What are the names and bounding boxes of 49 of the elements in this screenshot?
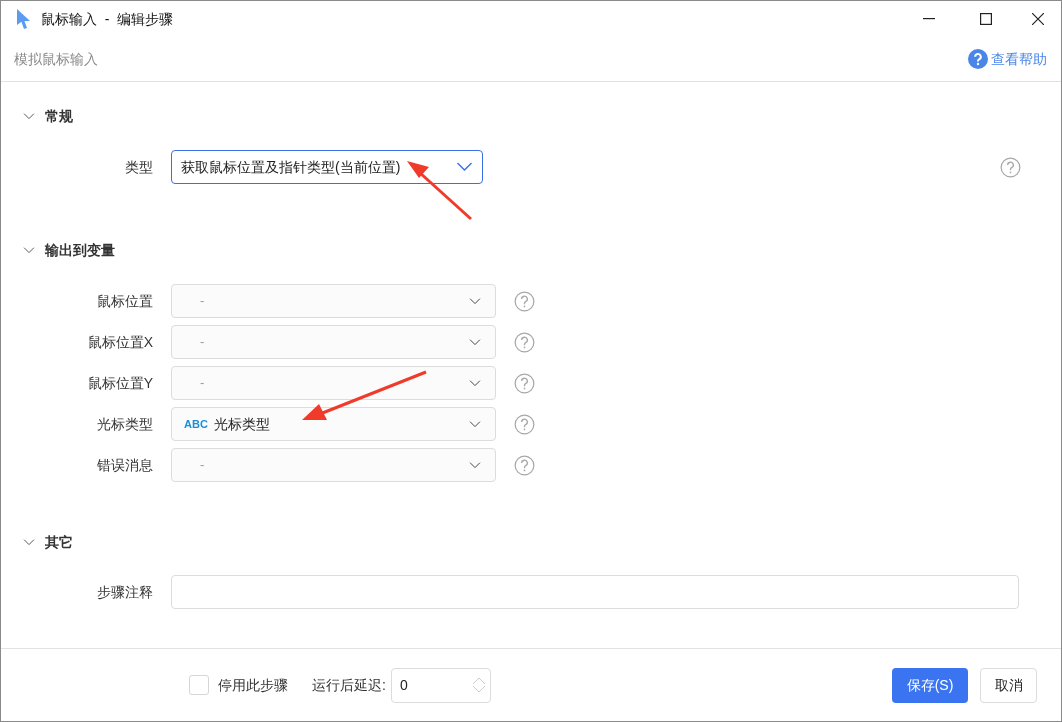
field-label: 光标类型	[96, 414, 154, 434]
field-label: 鼠标位置X	[86, 332, 154, 352]
help-icon[interactable]	[514, 413, 535, 435]
comment-input[interactable]	[171, 575, 1019, 609]
chevron-down-icon	[469, 420, 481, 428]
chevron-down-icon	[469, 379, 481, 387]
type-select[interactable]: 获取鼠标位置及指针类型(当前位置)	[171, 150, 483, 184]
section-title[interactable]: 常规	[45, 105, 73, 127]
variable-select[interactable]: ABC 光标类型	[171, 407, 496, 441]
section-title[interactable]: 输出到变量	[45, 239, 115, 261]
select-placeholder: -	[200, 333, 205, 352]
step-subtitle: 模拟鼠标输入	[14, 49, 98, 69]
select-placeholder: -	[200, 292, 205, 311]
save-button[interactable]: 保存(S)	[892, 667, 968, 703]
field-label: 类型	[124, 157, 154, 177]
help-icon	[968, 49, 988, 69]
field-label: 鼠标位置Y	[86, 373, 154, 393]
select-placeholder: -	[200, 456, 205, 475]
select-value: 光标类型	[213, 414, 270, 434]
chevron-down-icon	[469, 461, 481, 469]
window-title: 鼠标输入 - 编辑步骤	[41, 9, 174, 29]
help-icon[interactable]	[1000, 156, 1021, 178]
annotation-arrow-drawing	[405, 159, 473, 221]
disable-checkbox[interactable]	[189, 675, 209, 695]
spinner-arrows-icon[interactable]	[471, 676, 486, 694]
chevron-down-icon	[469, 297, 481, 305]
help-icon[interactable]	[514, 454, 535, 476]
field-label: 步骤注释	[96, 582, 154, 602]
cancel-button[interactable]: 取消	[980, 667, 1037, 703]
checkbox-label: 停用此步骤	[218, 675, 288, 695]
help-icon[interactable]	[514, 290, 535, 312]
maximize-icon[interactable]	[980, 13, 992, 25]
help-link[interactable]: 查看帮助	[968, 48, 1047, 70]
minimize-icon[interactable]	[923, 18, 935, 20]
select-value: 获取鼠标位置及指针类型(当前位置)	[181, 157, 401, 177]
chevron-down-icon	[456, 162, 473, 172]
delay-value: 0	[399, 675, 408, 695]
field-label: 鼠标位置	[96, 291, 154, 311]
section-title[interactable]: 其它	[45, 531, 73, 553]
text-type-label: ABC	[184, 416, 208, 432]
help-icon[interactable]	[514, 331, 535, 353]
help-icon[interactable]	[514, 372, 535, 394]
delay-spinbox[interactable]: 0	[390, 667, 491, 703]
select-placeholder: -	[200, 374, 205, 393]
chevron-down-icon	[469, 338, 481, 346]
delay-label: 运行后延迟:	[312, 675, 386, 695]
close-icon[interactable]	[1032, 13, 1044, 25]
cursor-arrow-icon	[17, 9, 30, 29]
field-label: 错误消息	[96, 455, 154, 475]
